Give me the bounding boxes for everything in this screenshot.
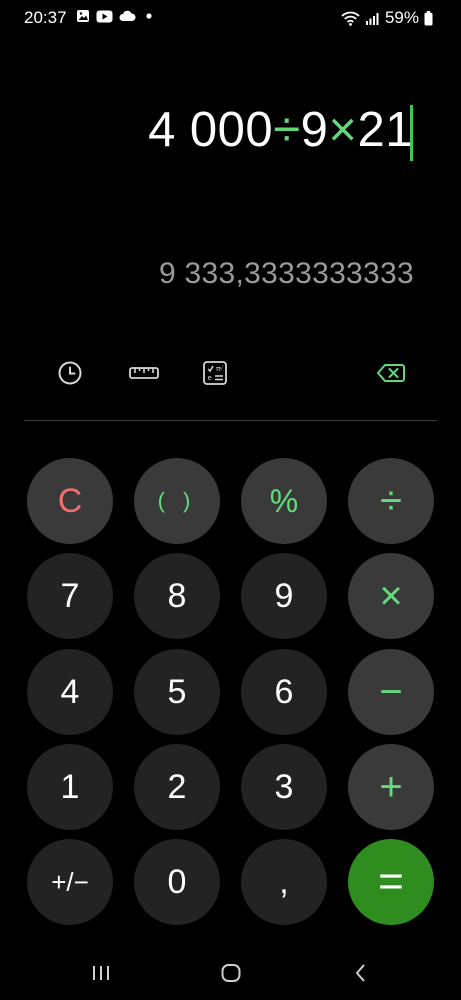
equals-button[interactable]: = <box>348 839 434 925</box>
status-time: 20:37 <box>24 8 67 27</box>
digit-6-button[interactable]: 6 <box>241 649 327 735</box>
ruler-icon <box>129 367 159 379</box>
status-bar: 20:37 59% <box>0 0 461 36</box>
scientific-calculator-icon: π √e <box>203 361 227 385</box>
svg-text:e: e <box>208 374 212 382</box>
youtube-icon <box>96 10 113 22</box>
battery-percent: 59% <box>384 8 419 27</box>
digit-1-button[interactable]: 1 <box>27 744 113 830</box>
subtract-button[interactable]: − <box>348 649 434 735</box>
add-button[interactable]: + <box>348 744 434 830</box>
home-icon <box>221 964 241 982</box>
home-button[interactable] <box>216 961 246 985</box>
recent-apps-icon <box>93 966 109 980</box>
negate-button[interactable]: +/− <box>27 839 113 925</box>
unit-converter-button[interactable] <box>128 358 160 388</box>
expression-operator: ÷ <box>273 103 301 157</box>
percent-button[interactable]: % <box>241 458 327 544</box>
backspace-icon <box>377 364 405 382</box>
back-button[interactable] <box>346 961 376 985</box>
multiply-button[interactable]: × <box>348 553 434 639</box>
digit-7-button[interactable]: 7 <box>27 553 113 639</box>
digit-4-button[interactable]: 4 <box>27 649 113 735</box>
notification-icons <box>76 9 156 23</box>
backspace-button[interactable] <box>376 358 406 388</box>
expression-display[interactable]: 4 000 ÷ 9 × 21 <box>148 102 413 158</box>
recent-apps-button[interactable] <box>86 961 116 985</box>
signal-icon <box>365 12 379 25</box>
digit-8-button[interactable]: 8 <box>134 553 220 639</box>
parentheses-button[interactable]: ( ) <box>134 458 220 544</box>
digit-2-button[interactable]: 2 <box>134 744 220 830</box>
cloud-icon <box>119 10 136 21</box>
status-right: 59% <box>341 8 433 28</box>
expression-operator: × <box>328 103 358 157</box>
expression-number: 9 <box>300 103 329 157</box>
history-button[interactable] <box>55 358 85 388</box>
divider <box>24 420 437 421</box>
dot-icon <box>146 13 152 19</box>
clear-button[interactable]: C <box>27 458 113 544</box>
gallery-icon <box>77 10 89 22</box>
navigation-bar <box>0 945 461 1000</box>
wifi-icon <box>341 11 360 26</box>
digit-5-button[interactable]: 5 <box>134 649 220 735</box>
expression-number: 21 <box>357 103 413 157</box>
clock-icon <box>58 361 82 385</box>
result-preview: 9 333,3333333333 <box>158 257 414 290</box>
digit-3-button[interactable]: 3 <box>241 744 327 830</box>
battery-icon <box>424 10 433 25</box>
svg-text:√: √ <box>220 365 224 372</box>
divide-button[interactable]: ÷ <box>348 458 434 544</box>
scientific-mode-button[interactable]: π √ e <box>200 358 230 388</box>
back-icon <box>356 964 365 982</box>
decimal-button[interactable]: , <box>241 839 327 925</box>
digit-0-button[interactable]: 0 <box>134 839 220 925</box>
text-cursor <box>410 105 413 161</box>
expression-number: 4 000 <box>148 103 274 157</box>
digit-9-button[interactable]: 9 <box>241 553 327 639</box>
